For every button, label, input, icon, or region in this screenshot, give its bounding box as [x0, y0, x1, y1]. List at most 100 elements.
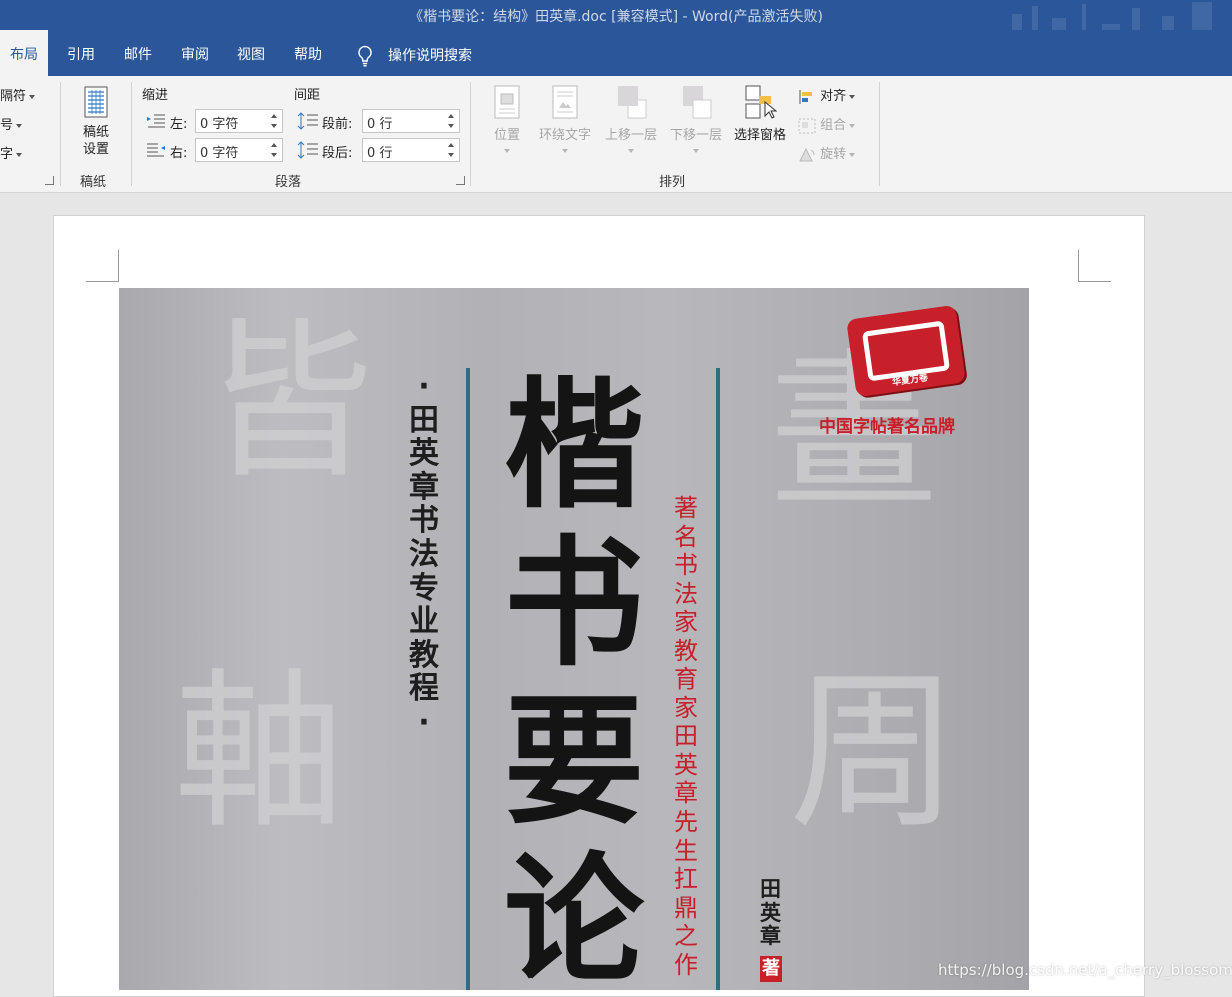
spacing-after-stepper[interactable]: 0 行: [362, 138, 460, 162]
group-objects-icon: [798, 118, 816, 133]
send-backward-label: 下移一层: [669, 128, 722, 143]
brand-slogan: 中国字帖著名品牌: [819, 417, 955, 437]
window-title: 《楷书要论：结构》田英章.doc [兼容模式] - Word(产品激活失败): [409, 9, 823, 25]
tab-mailings[interactable]: 邮件: [124, 30, 152, 76]
spin-up-icon[interactable]: [271, 143, 277, 147]
crop-mark: [86, 281, 119, 282]
align-icon: [799, 89, 812, 104]
chevron-down-icon: [628, 148, 634, 153]
background-calligraphy: 軸: [174, 654, 345, 852]
spin-up-icon[interactable]: [448, 143, 454, 147]
line-numbers-label: 号: [0, 118, 14, 133]
lightbulb-icon: [358, 45, 372, 67]
send-backward-button[interactable]: 下移一层: [665, 84, 727, 158]
group-separator: [60, 82, 61, 186]
bring-forward-icon: [618, 86, 647, 119]
cover-title: 楷书要论: [504, 365, 645, 990]
chevron-down-icon: [562, 148, 568, 153]
indent-right-value: 0 字符: [200, 146, 239, 161]
indent-left-stepper[interactable]: 0 字符: [195, 109, 283, 133]
selection-pane-icon: [745, 85, 778, 119]
wrap-text-icon: [552, 85, 578, 119]
spin-up-icon[interactable]: [271, 114, 277, 118]
send-backward-icon: [683, 86, 712, 119]
position-label: 位置: [493, 128, 520, 143]
group-objects-button[interactable]: 组合: [798, 114, 856, 134]
rotate-label: 旋转: [820, 147, 847, 162]
crop-mark: [118, 250, 119, 282]
indent-left-icon: [147, 114, 165, 128]
tell-me-label: 操作说明搜索: [388, 48, 472, 64]
tab-help[interactable]: 帮助: [294, 30, 322, 76]
chevron-down-icon: [849, 94, 856, 99]
manuscript-group-label: 稿纸: [80, 175, 107, 190]
spin-down-icon[interactable]: [271, 124, 277, 128]
stepper-arrows[interactable]: [266, 110, 282, 132]
spacing-after-label: 段后:: [322, 146, 353, 161]
chevron-down-icon: [16, 152, 23, 157]
stepper-arrows[interactable]: [443, 110, 459, 132]
wrap-text-button[interactable]: 环绕文字: [533, 84, 597, 158]
bring-forward-label: 上移一层: [604, 128, 657, 143]
paragraph-group-label: 段落: [275, 175, 302, 190]
chevron-down-icon: [29, 94, 36, 99]
hyphenation-button[interactable]: 字: [0, 143, 23, 162]
source-watermark: https://blog.csdn.net/a_cherry_blossoms: [938, 961, 1232, 979]
manuscript-setup-button[interactable]: 稿纸设置: [74, 86, 118, 158]
spin-down-icon[interactable]: [448, 124, 454, 128]
spacing-before-stepper[interactable]: 0 行: [362, 109, 460, 133]
title-bar: 《楷书要论：结构》田英章.doc [兼容模式] - Word(产品激活失败): [0, 0, 1232, 54]
line-numbers-button[interactable]: 号: [0, 114, 23, 133]
crop-mark: [1078, 281, 1111, 282]
tab-references[interactable]: 引用: [67, 30, 95, 76]
breaks-button[interactable]: 隔符: [0, 85, 36, 104]
indent-left-label: 左:: [170, 117, 188, 132]
indent-right-label: 右:: [170, 146, 188, 161]
crop-mark: [1078, 250, 1079, 282]
chevron-down-icon: [16, 123, 23, 128]
spin-up-icon[interactable]: [448, 114, 454, 118]
background-calligraphy: 周: [789, 654, 960, 852]
spacing-after-icon: [297, 141, 318, 159]
paragraph-launcher-icon[interactable]: [456, 176, 465, 185]
cover-series-text: ·田英章书法专业教程·: [409, 369, 439, 740]
breaks-label: 隔符: [0, 89, 27, 104]
indent-right-icon: [147, 143, 165, 157]
spacing-before-icon: [297, 112, 318, 130]
stepper-arrows[interactable]: [443, 139, 459, 161]
indent-right-stepper[interactable]: 0 字符: [195, 138, 283, 162]
page-setup-launcher-icon[interactable]: [45, 176, 54, 185]
chevron-down-icon: [849, 152, 856, 157]
chevron-down-icon: [504, 148, 510, 153]
ribbon-tabs: 布局 引用 邮件 审阅 视图 帮助 操作说明搜索: [0, 30, 1232, 76]
author-stamp: 著: [760, 956, 782, 982]
book-cover-image[interactable]: 皆 軸 畫 周 ·田英章书法专业教程· 楷书要论 著名书法家教育家田英章先生扛鼎…: [119, 288, 1029, 990]
group-objects-label: 组合: [820, 118, 847, 133]
spacing-before-value: 0 行: [367, 117, 393, 132]
ribbon: 隔符 号 字 稿纸设置 稿纸 缩进 间距 左: 0 字符 右: 0 字符 段前:…: [0, 76, 1232, 193]
chevron-down-icon: [849, 123, 856, 128]
position-button[interactable]: 位置: [487, 84, 527, 158]
tab-layout[interactable]: 布局: [0, 30, 48, 76]
rotate-button[interactable]: 旋转: [798, 143, 856, 163]
group-separator: [470, 82, 471, 186]
hyphenation-label: 字: [0, 147, 14, 162]
bring-forward-button[interactable]: 上移一层: [600, 84, 662, 158]
cover-divider-line: [466, 368, 470, 990]
group-separator: [131, 82, 132, 186]
stepper-arrows[interactable]: [266, 139, 282, 161]
spin-down-icon[interactable]: [271, 153, 277, 157]
selection-pane-button[interactable]: 选择窗格: [729, 84, 791, 143]
indent-left-value: 0 字符: [200, 117, 239, 132]
background-calligraphy: 皆: [204, 304, 375, 502]
manuscript-setup-label: 稿纸设置: [82, 125, 109, 157]
spin-down-icon[interactable]: [448, 153, 454, 157]
rotate-icon: [799, 147, 815, 161]
manuscript-paper-icon: [84, 86, 108, 118]
wrap-text-label: 环绕文字: [538, 128, 591, 143]
position-icon: [494, 85, 520, 119]
tab-review[interactable]: 审阅: [181, 30, 209, 76]
tab-view[interactable]: 视图: [237, 30, 265, 76]
cover-author: 田英章: [760, 877, 781, 949]
align-button[interactable]: 对齐: [798, 85, 856, 105]
